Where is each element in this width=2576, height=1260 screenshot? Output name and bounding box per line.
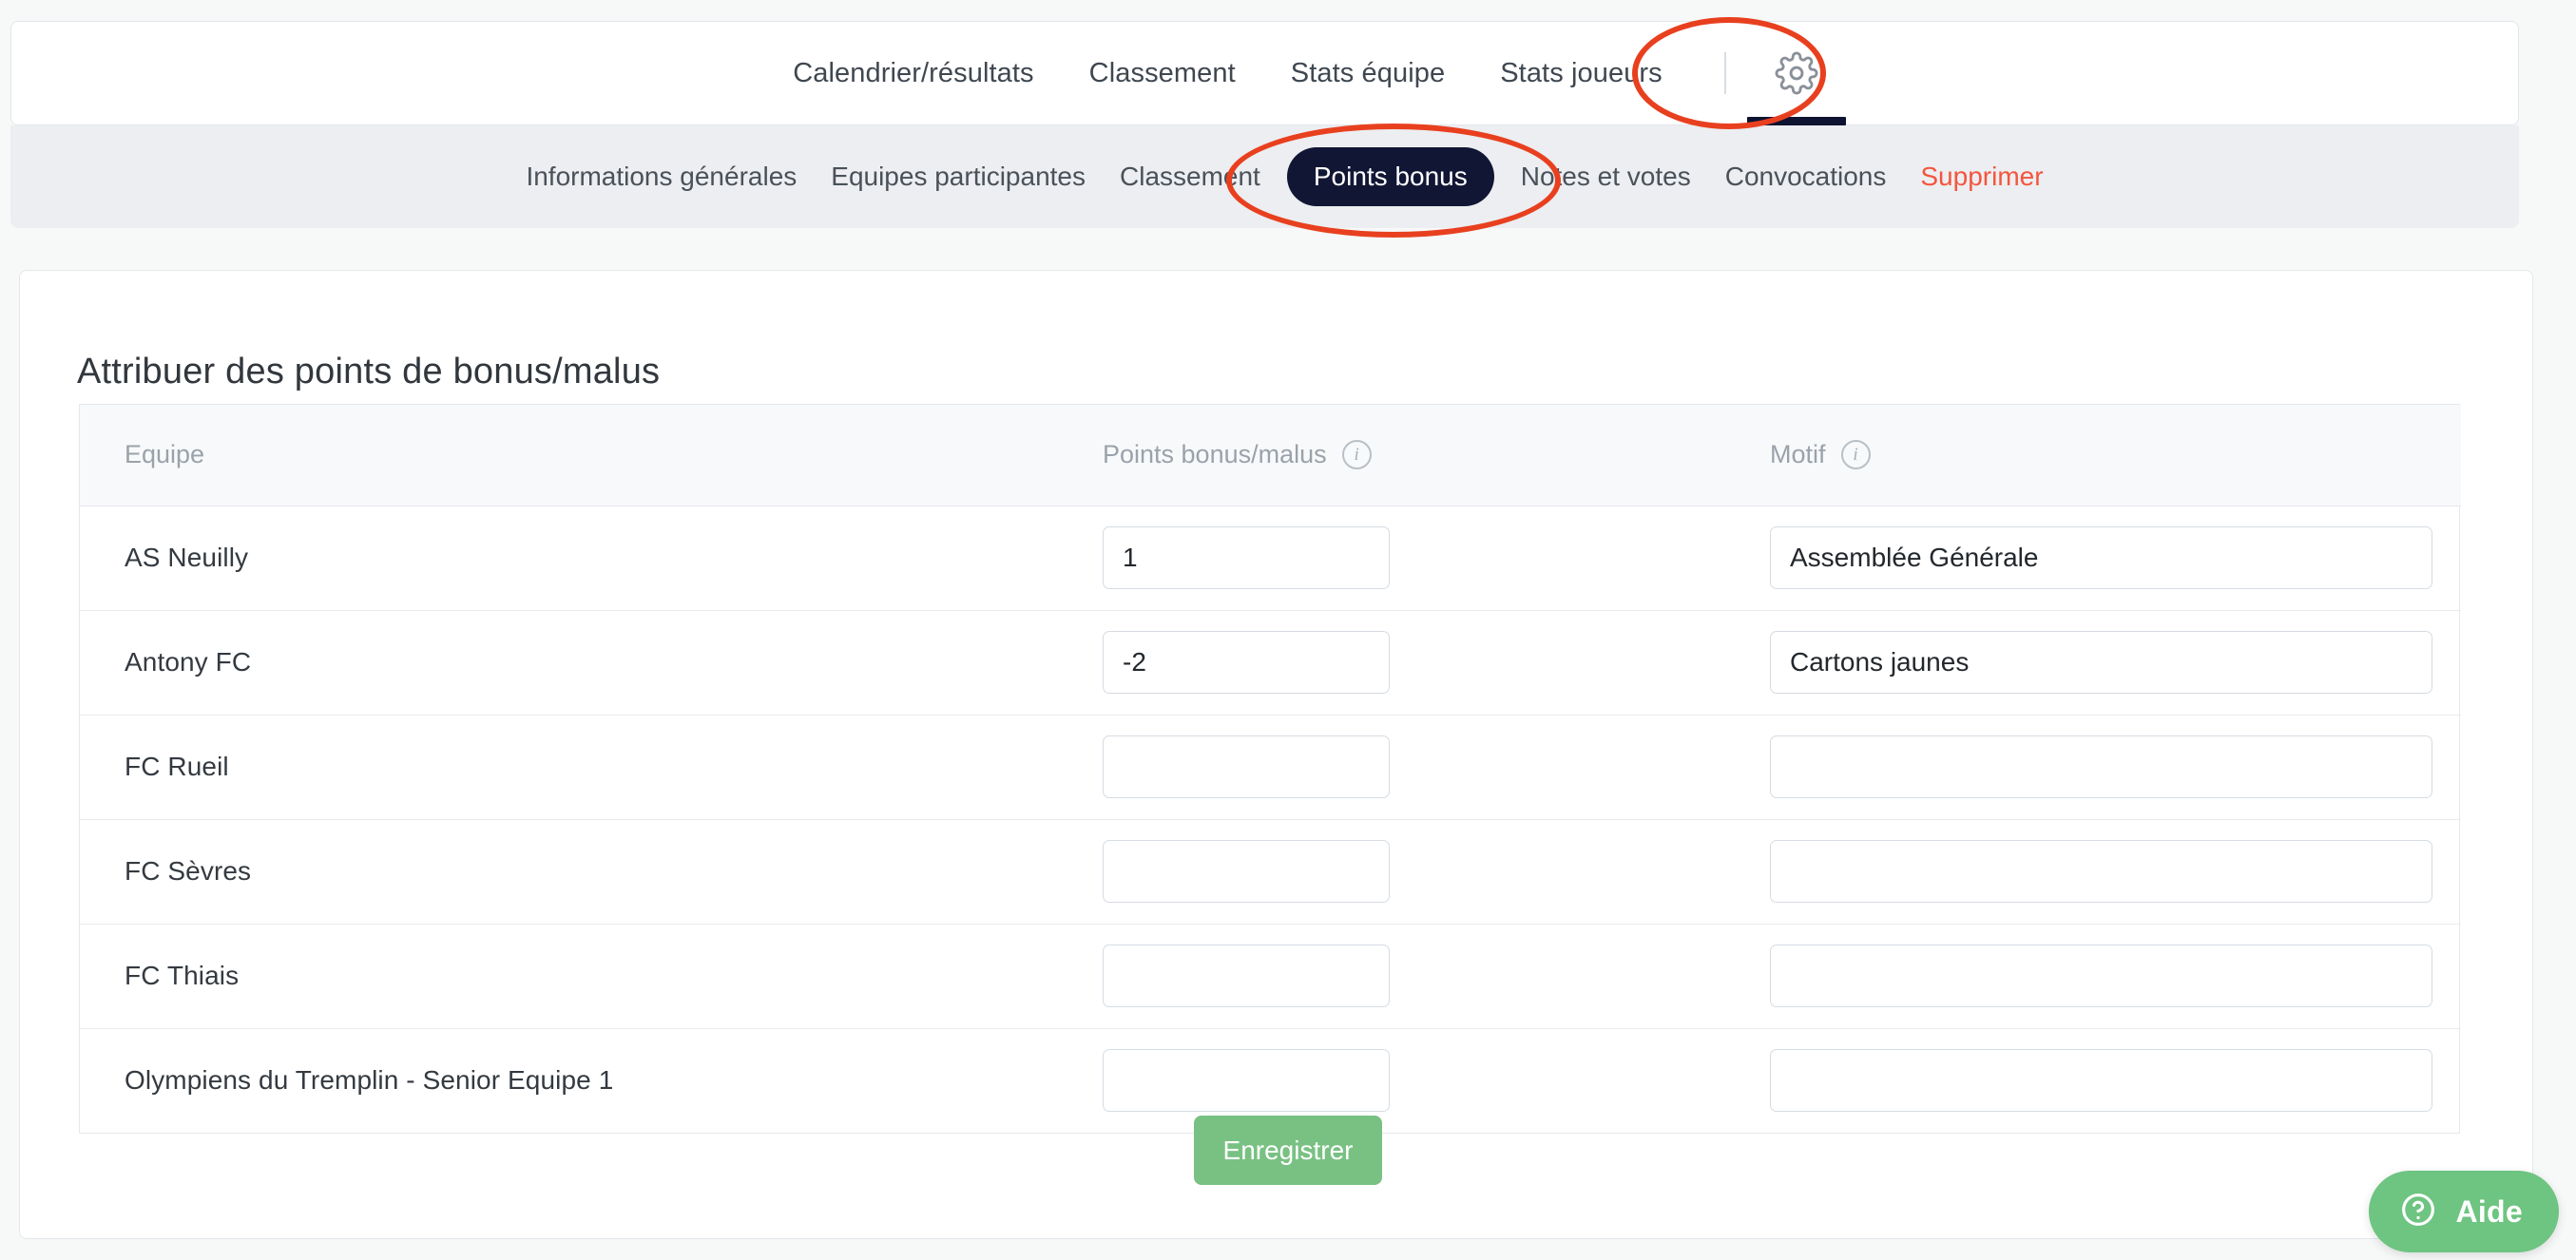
info-icon-points[interactable]: i — [1341, 440, 1372, 470]
nav-item-stats-equipe[interactable]: Stats équipe — [1263, 59, 1472, 87]
column-header-points: Points bonus/malus i — [1067, 405, 1732, 506]
nav-item-calendrier-resultats[interactable]: Calendrier/résultats — [765, 59, 1061, 87]
primary-navigation-items: Calendrier/résultats Classement Stats éq… — [765, 22, 1846, 125]
table-row: Antony FC — [80, 610, 2461, 715]
table-row: FC Rueil — [80, 715, 2461, 819]
secondary-navigation-items: Informations générales Equipes participa… — [509, 147, 2060, 206]
cell-team: AS Neuilly — [80, 506, 1067, 610]
main-content-card: Attribuer des points de bonus/malus Equi… — [19, 270, 2533, 1239]
team-name: FC Thiais — [125, 961, 240, 990]
motif-input[interactable] — [1770, 840, 2432, 903]
secondary-navigation: Informations générales Equipes participa… — [10, 125, 2519, 228]
cell-motif — [1732, 1028, 2461, 1133]
table-row: AS Neuilly — [80, 506, 2461, 610]
gear-icon — [1775, 51, 1818, 95]
help-widget-label: Aide — [2455, 1193, 2523, 1229]
team-name: FC Rueil — [125, 752, 229, 781]
app-root: Calendrier/résultats Classement Stats éq… — [0, 0, 2576, 1260]
points-input[interactable] — [1103, 631, 1390, 694]
subnav-item-informations-generales[interactable]: Informations générales — [509, 163, 814, 190]
points-input[interactable] — [1103, 526, 1390, 589]
cell-motif — [1732, 715, 2461, 819]
subnav-item-convocations[interactable]: Convocations — [1708, 163, 1904, 190]
cell-points — [1067, 610, 1732, 715]
cell-team: Olympiens du Tremplin - Senior Equipe 1 — [80, 1028, 1067, 1133]
bonus-points-table: Equipe Points bonus/malus i Motif i AS N… — [79, 404, 2461, 1134]
column-header-equipe: Equipe — [80, 405, 1067, 506]
cell-points — [1067, 506, 1732, 610]
subnav-item-points-bonus[interactable]: Points bonus — [1286, 147, 1494, 206]
points-input[interactable] — [1103, 1049, 1390, 1113]
table-header-row: Equipe Points bonus/malus i Motif i — [80, 405, 2461, 506]
column-header-points-label: Points bonus/malus — [1103, 440, 1327, 469]
team-name: AS Neuilly — [125, 543, 249, 572]
cell-points — [1067, 924, 1732, 1028]
info-icon-motif[interactable]: i — [1840, 440, 1871, 470]
cell-motif — [1732, 610, 2461, 715]
help-widget-button[interactable]: Aide — [2369, 1171, 2559, 1252]
nav-separator — [1723, 52, 1726, 94]
table-row: FC Sèvres — [80, 819, 2461, 924]
cell-team: FC Rueil — [80, 715, 1067, 819]
cell-motif — [1732, 924, 2461, 1028]
cell-points — [1067, 819, 1732, 924]
points-input[interactable] — [1103, 945, 1390, 1007]
question-mark-circle-icon — [2399, 1191, 2437, 1233]
page-title: Attribuer des points de bonus/malus — [77, 352, 661, 391]
table-row: FC Thiais — [80, 924, 2461, 1028]
team-name: FC Sèvres — [125, 856, 252, 886]
save-button[interactable]: Enregistrer — [1194, 1116, 1382, 1185]
column-header-equipe-label: Equipe — [125, 440, 205, 469]
motif-input[interactable] — [1770, 735, 2432, 798]
subnav-item-supprimer[interactable]: Supprimer — [1903, 163, 2060, 190]
motif-input[interactable] — [1770, 945, 2432, 1007]
motif-input[interactable] — [1770, 526, 2432, 589]
cell-team: FC Thiais — [80, 924, 1067, 1028]
cell-points — [1067, 1028, 1732, 1133]
table-body: AS Neuilly Antony FC — [80, 506, 2461, 1133]
team-name: Antony FC — [125, 647, 252, 677]
active-tab-indicator — [1746, 116, 1846, 125]
column-header-motif: Motif i — [1732, 405, 2461, 506]
cell-team: FC Sèvres — [80, 819, 1067, 924]
motif-input[interactable] — [1770, 631, 2432, 694]
table-header: Equipe Points bonus/malus i Motif i — [80, 405, 2461, 506]
nav-item-stats-joueurs[interactable]: Stats joueurs — [1472, 59, 1690, 87]
subnav-item-notes-et-votes[interactable]: Notes et votes — [1504, 163, 1708, 190]
team-name: Olympiens du Tremplin - Senior Equipe 1 — [125, 1065, 614, 1096]
primary-navigation: Calendrier/résultats Classement Stats éq… — [10, 21, 2519, 125]
subnav-item-classement[interactable]: Classement — [1103, 163, 1278, 190]
cell-motif — [1732, 819, 2461, 924]
points-input[interactable] — [1103, 840, 1390, 903]
cell-team: Antony FC — [80, 610, 1067, 715]
cell-points — [1067, 715, 1732, 819]
subnav-item-equipes-participantes[interactable]: Equipes participantes — [814, 163, 1103, 190]
column-header-motif-label: Motif — [1770, 440, 1826, 469]
motif-input[interactable] — [1770, 1049, 2432, 1113]
nav-item-classement[interactable]: Classement — [1062, 59, 1263, 87]
points-input[interactable] — [1103, 735, 1390, 798]
cell-motif — [1732, 506, 2461, 610]
settings-gear-button[interactable] — [1746, 22, 1846, 125]
